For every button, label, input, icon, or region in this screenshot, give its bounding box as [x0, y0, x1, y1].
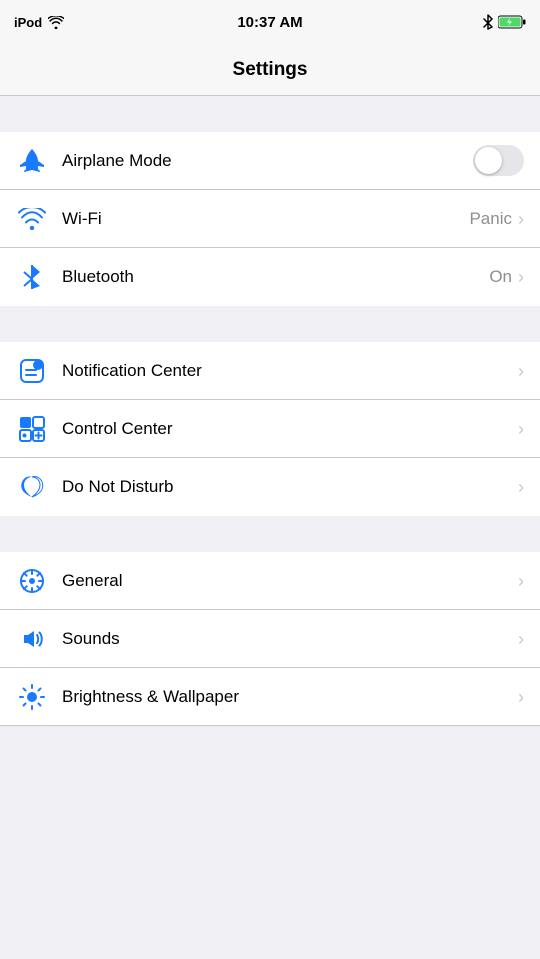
row-airplane-mode[interactable]: Airplane Mode — [0, 132, 540, 190]
control-center-label: Control Center — [62, 419, 518, 439]
notification-chevron: › — [518, 362, 524, 380]
notification-center-icon — [16, 355, 48, 387]
status-bar: iPod 10:37 AM — [0, 0, 540, 44]
section-gap-top — [0, 96, 540, 132]
wifi-status-icon — [48, 16, 64, 29]
battery-status-icon — [498, 15, 526, 29]
row-brightness-wallpaper[interactable]: Brightness & Wallpaper › — [0, 668, 540, 726]
wifi-chevron: › — [518, 210, 524, 228]
brightness-wallpaper-label: Brightness & Wallpaper — [62, 687, 518, 707]
bluetooth-chevron: › — [518, 268, 524, 286]
sounds-icon — [16, 623, 48, 655]
nav-bar-title: Settings — [233, 59, 308, 81]
wifi-icon — [16, 203, 48, 235]
section-device: General › Sounds › — [0, 552, 540, 726]
wifi-value: Panic — [469, 209, 512, 229]
nav-bar: Settings — [0, 44, 540, 96]
bluetooth-icon — [16, 261, 48, 293]
sounds-chevron: › — [518, 630, 524, 648]
general-chevron: › — [518, 572, 524, 590]
carrier-label: iPod — [14, 15, 42, 30]
row-general[interactable]: General › — [0, 552, 540, 610]
toggle-knob — [475, 147, 502, 174]
notification-center-label: Notification Center — [62, 361, 518, 381]
control-chevron: › — [518, 420, 524, 438]
status-left: iPod — [14, 15, 64, 30]
status-right — [483, 14, 526, 30]
brightness-chevron: › — [518, 688, 524, 706]
airplane-mode-toggle[interactable] — [473, 145, 524, 176]
section-gap-2 — [0, 306, 540, 342]
row-sounds[interactable]: Sounds › — [0, 610, 540, 668]
airplane-icon — [16, 145, 48, 177]
general-label: General — [62, 571, 518, 591]
dnd-chevron: › — [518, 478, 524, 496]
section-system: Notification Center › Control Center › — [0, 342, 540, 516]
general-icon — [16, 565, 48, 597]
section-gap-3 — [0, 516, 540, 552]
bluetooth-label: Bluetooth — [62, 267, 489, 287]
row-control-center[interactable]: Control Center › — [0, 400, 540, 458]
brightness-icon — [16, 681, 48, 713]
row-notification-center[interactable]: Notification Center › — [0, 342, 540, 400]
sounds-label: Sounds — [62, 629, 518, 649]
row-wifi[interactable]: Wi-Fi Panic › — [0, 190, 540, 248]
status-time: 10:37 AM — [237, 14, 302, 31]
do-not-disturb-label: Do Not Disturb — [62, 477, 518, 497]
row-do-not-disturb[interactable]: Do Not Disturb › — [0, 458, 540, 516]
wifi-label: Wi-Fi — [62, 209, 469, 229]
row-bluetooth[interactable]: Bluetooth On › — [0, 248, 540, 306]
bluetooth-status-icon — [483, 14, 493, 30]
do-not-disturb-icon — [16, 471, 48, 503]
airplane-mode-label: Airplane Mode — [62, 151, 473, 171]
bluetooth-value: On — [489, 267, 512, 287]
control-center-icon — [16, 413, 48, 445]
section-connectivity: Airplane Mode Wi-Fi Panic › — [0, 132, 540, 306]
